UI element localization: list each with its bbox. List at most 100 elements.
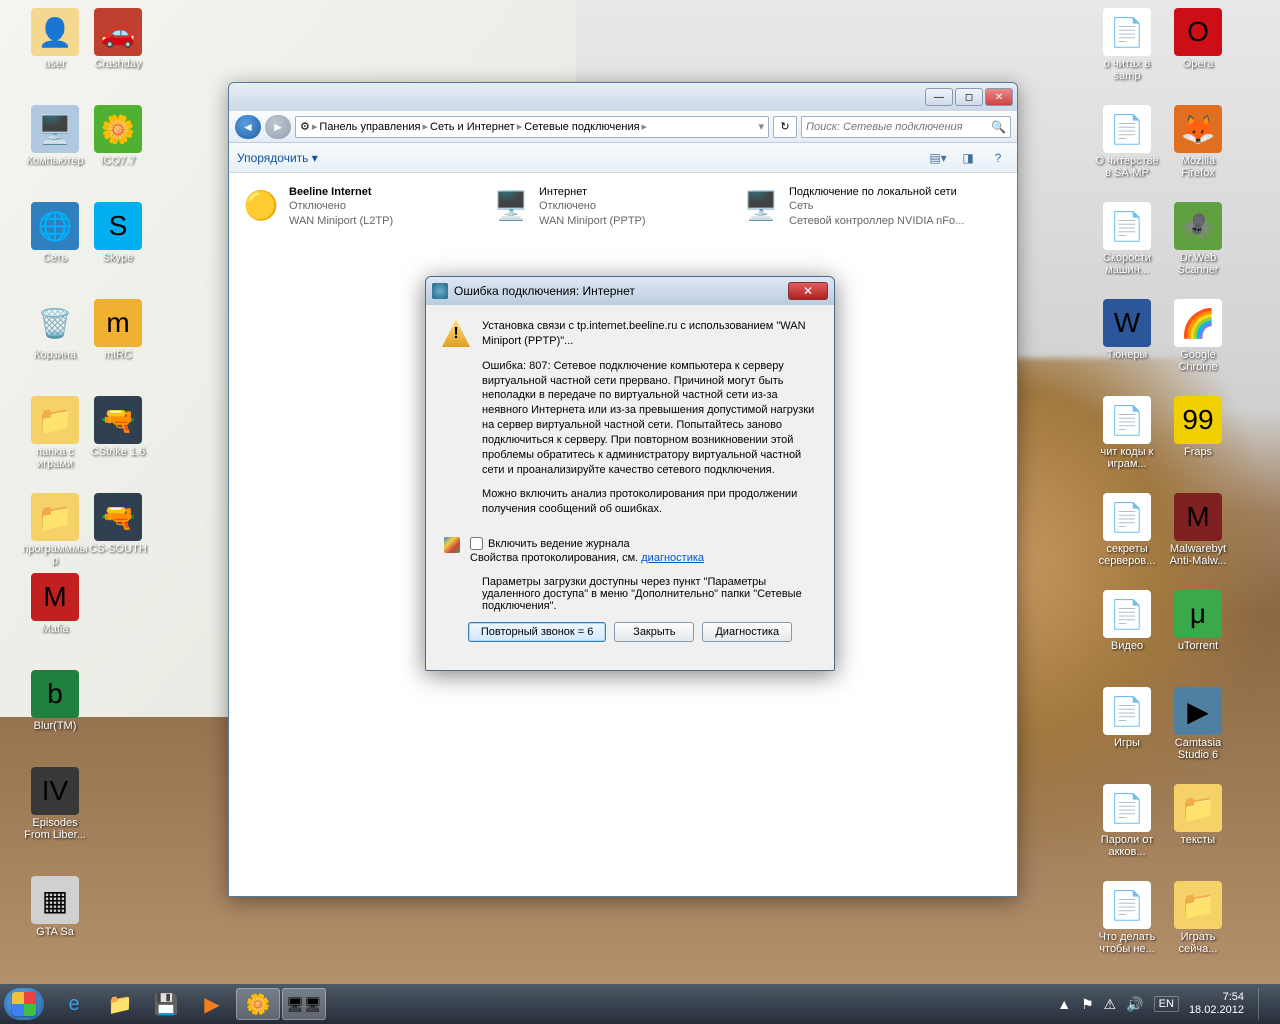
tray-show-hidden-icon[interactable]: ▲ — [1057, 996, 1071, 1012]
dialog-titlebar[interactable]: Ошибка подключения: Интернет ✕ — [426, 277, 834, 305]
utorrent-icon: μ — [1174, 590, 1222, 638]
desktop-icon-firefox[interactable]: 🦊Mozilla Firefox — [1163, 105, 1233, 179]
breadcrumb-item[interactable]: Сеть и Интернет — [430, 121, 515, 133]
taskbar-icq[interactable]: 🌼 — [236, 988, 280, 1020]
window-titlebar[interactable]: — ◻ ✕ — [229, 83, 1017, 111]
enable-logging-checkbox[interactable] — [470, 537, 483, 550]
taskbar-network-connections[interactable]: 🖥︎🖥︎ — [282, 988, 326, 1020]
desktop-icon-igry[interactable]: 📄Игры — [1092, 687, 1162, 749]
connection-name: Подключение по локальной сети — [789, 185, 964, 199]
search-input[interactable] — [806, 121, 991, 133]
network-connection-item[interactable]: 🖥️ Интернет Отключено WAN Miniport (PPTP… — [489, 183, 729, 230]
desktop-icon-play-now[interactable]: 📁Играть сейча... — [1163, 881, 1233, 955]
start-button[interactable] — [4, 988, 44, 1020]
txt4-icon: 📄 — [1103, 396, 1151, 444]
opera-icon: O — [1174, 8, 1222, 56]
tray-volume-icon[interactable]: 🔊 — [1126, 996, 1143, 1013]
network-connection-item[interactable]: 🖥️ Подключение по локальной сети Сеть Се… — [739, 183, 979, 230]
breadcrumb-item[interactable]: Панель управления — [319, 121, 420, 133]
mirc-icon: m — [94, 299, 142, 347]
cs-south-icon: 🔫 — [94, 493, 142, 541]
show-desktop-button[interactable] — [1258, 988, 1268, 1020]
breadcrumb-item[interactable]: Сетевые подключения — [524, 121, 639, 133]
search-icon[interactable]: 🔍 — [991, 120, 1006, 134]
txt1-icon: 📄 — [1103, 8, 1151, 56]
connection-device: WAN Miniport (L2TP) — [289, 214, 393, 228]
desktop-icon-blur[interactable]: bBlur(TM) — [20, 670, 90, 732]
desktop-icon-mirc[interactable]: mmIRC — [83, 299, 153, 361]
desktop-icon-chrome[interactable]: 🌈Google Chrome — [1163, 299, 1233, 373]
desktop-icon-utorrent[interactable]: μuTorrent — [1163, 590, 1233, 652]
desktop-icon-txt4[interactable]: 📄чит коды к играм... — [1092, 396, 1162, 470]
diagnostics-button[interactable]: Диагностика — [702, 622, 792, 642]
help-button[interactable]: ? — [987, 148, 1009, 168]
desktop-icon-camtasia[interactable]: ▶Camtasia Studio 6 — [1163, 687, 1233, 761]
desktop-icon-malwarebytes[interactable]: MMalwarebyt Anti-Malw... — [1163, 493, 1233, 567]
desktop-icon-games-folder[interactable]: 📁папка с играми — [20, 396, 90, 470]
desktop-icon-drweb[interactable]: 🕷️Dr.Web Scanner — [1163, 202, 1233, 276]
dialog-params-text: Параметры загрузки доступны через пункт … — [482, 576, 818, 612]
dialog-icon — [432, 283, 448, 299]
desktop-icon-gtasa[interactable]: ▦GTA Sa — [20, 876, 90, 938]
taskbar-ie[interactable]: e — [52, 988, 96, 1020]
tray-action-center-icon[interactable]: ⚑ — [1081, 996, 1094, 1013]
icq-icon: 🌼 — [94, 105, 142, 153]
desktop-icon-skype[interactable]: SSkype — [83, 202, 153, 264]
close-button[interactable]: ✕ — [985, 88, 1013, 106]
dialog-close-button[interactable]: ✕ — [788, 282, 828, 300]
taskbar-wmp[interactable]: ▶ — [190, 988, 234, 1020]
desktop-icon-mafia[interactable]: MMafia — [20, 573, 90, 635]
windows-orb-icon — [12, 992, 36, 1016]
nav-forward-button[interactable]: ► — [265, 115, 291, 139]
desktop-icon-texts[interactable]: 📁тексты — [1163, 784, 1233, 846]
dialog-body: Установка связи с tp.internet.beeline.ru… — [426, 305, 834, 670]
network-icon: 🌐 — [31, 202, 79, 250]
desktop-icon-icq[interactable]: 🌼ICQ7.7 — [83, 105, 153, 167]
close-dialog-button[interactable]: Закрыть — [614, 622, 694, 642]
txt3-icon: 📄 — [1103, 202, 1151, 250]
desktop-icon-recycle[interactable]: 🗑️Корзина — [20, 299, 90, 361]
redial-button[interactable]: Повторный звонок = 6 — [468, 622, 607, 642]
desktop-icon-cstrike[interactable]: 🔫CStrike 1.6 — [83, 396, 153, 458]
desktop-icon-txt3[interactable]: 📄Скорости машин... — [1092, 202, 1162, 276]
desktop-icon-opera[interactable]: OOpera — [1163, 8, 1233, 70]
desktop-icon-video[interactable]: 📄Видео — [1092, 590, 1162, 652]
desktop-icon-network[interactable]: 🌐Сеть — [20, 202, 90, 264]
games-folder-icon: 📁 — [31, 396, 79, 444]
desktop-icon-txt5[interactable]: 📄секреты серверов... — [1092, 493, 1162, 567]
desktop-icon-crashday[interactable]: 🚗Crashday — [83, 8, 153, 70]
minimize-button[interactable]: — — [925, 88, 953, 106]
diagnostics-link[interactable]: диагностика — [641, 552, 704, 564]
nav-back-button[interactable]: ◄ — [235, 115, 261, 139]
desktop-icon-user[interactable]: 👤user — [20, 8, 90, 70]
desktop-icon-tuners[interactable]: WТюнеры — [1092, 299, 1162, 361]
enable-logging-checkbox-label[interactable]: Включить ведение журнала — [470, 537, 818, 550]
taskbar-clock[interactable]: 7:54 18.02.2012 — [1189, 991, 1244, 1017]
skype-icon: S — [94, 202, 142, 250]
desktop-icon-fraps[interactable]: 99Fraps — [1163, 396, 1233, 458]
desktop-icon-txt7[interactable]: 📄Что делать чтобы не... — [1092, 881, 1162, 955]
refresh-button[interactable]: ↻ — [773, 116, 797, 138]
desktop-icon-computer[interactable]: 🖥️Компьютер — [20, 105, 90, 167]
desktop-icon-txt6[interactable]: 📄Пароли от акков... — [1092, 784, 1162, 858]
breadcrumb[interactable]: ⚙ ▸ Панель управления ▸ Сеть и Интернет … — [295, 116, 769, 138]
maximize-button[interactable]: ◻ — [955, 88, 983, 106]
organize-menu[interactable]: Упорядочить ▾ — [237, 151, 318, 165]
error-dialog: Ошибка подключения: Интернет ✕ Установка… — [425, 276, 835, 671]
view-options-button[interactable]: ▤▾ — [927, 148, 949, 168]
igry-icon: 📄 — [1103, 687, 1151, 735]
language-indicator[interactable]: EN — [1154, 996, 1179, 1012]
connection-icon: 🖥️ — [491, 185, 531, 225]
taskbar-save-icon[interactable]: 💾 — [144, 988, 188, 1020]
desktop-icon-programs[interactable]: 📁программмы р — [20, 493, 90, 567]
desktop-icon-gta4[interactable]: IVEpisodes From Liber... — [20, 767, 90, 841]
desktop-icon-txt1[interactable]: 📄о читах в samp — [1092, 8, 1162, 82]
desktop-icon-cs-south[interactable]: 🔫CS-SOUTH — [83, 493, 153, 555]
fraps-icon: 99 — [1174, 396, 1222, 444]
desktop-icon-txt2[interactable]: 📄О читерстве в SA-MP — [1092, 105, 1162, 179]
search-box[interactable]: 🔍 — [801, 116, 1011, 138]
tray-network-icon[interactable]: ⚠ — [1104, 996, 1117, 1013]
network-connection-item[interactable]: 🟡 Beeline Internet Отключено WAN Minipor… — [239, 183, 479, 230]
taskbar-explorer[interactable]: 📁 — [98, 988, 142, 1020]
preview-pane-button[interactable]: ◨ — [957, 148, 979, 168]
